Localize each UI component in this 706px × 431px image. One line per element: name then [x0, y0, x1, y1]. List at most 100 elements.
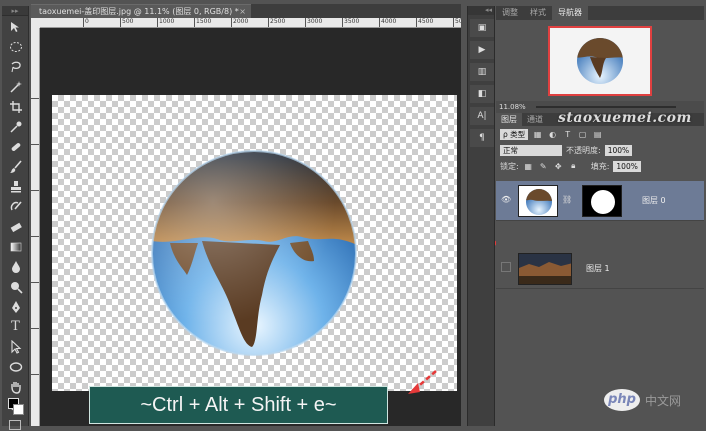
tools-panel: ▸▸ T — [2, 6, 29, 430]
move-icon[interactable] — [3, 17, 28, 36]
php-logo: php — [604, 389, 640, 411]
blend-row: 正常 不透明度: 100% — [496, 142, 704, 158]
layer-thumbnail[interactable] — [518, 185, 558, 217]
dodge-icon[interactable] — [3, 277, 28, 296]
info-icon[interactable]: ◧ — [470, 85, 494, 103]
layer-filter-row: ρ 类型 ▦ ◐ T ▢ ▤ — [496, 126, 704, 142]
layers-panel: 图层 通道 ρ 类型 ▦ ◐ T ▢ ▤ 正常 不透明度: 100% 锁定: ▦… — [496, 113, 704, 426]
ruler-tick-label: 3000 — [304, 18, 323, 27]
tab-adjustments[interactable]: 调整 — [496, 6, 524, 20]
fill-label: 填充: — [590, 161, 610, 171]
path-select-icon[interactable] — [3, 337, 28, 356]
layer-filter-select[interactable]: ρ 类型 — [500, 128, 529, 140]
ruler-origin[interactable] — [31, 18, 40, 28]
ruler-tick — [31, 374, 39, 375]
lock-all-icon[interactable]: 🔒︎ — [568, 161, 579, 172]
lock-position-icon[interactable]: ✥ — [553, 161, 564, 172]
toolbar-grip[interactable]: ▸▸ — [2, 6, 28, 16]
stamp-icon[interactable] — [3, 177, 28, 196]
vertical-ruler[interactable] — [31, 28, 40, 426]
shape-icon[interactable] — [3, 357, 28, 376]
canvas-area[interactable] — [40, 28, 461, 426]
ruler-tick — [31, 282, 39, 283]
eraser-icon[interactable] — [3, 217, 28, 236]
tab-layers[interactable]: 图层 — [496, 113, 522, 126]
horizontal-ruler[interactable]: 0 500 1000 1500 2000 2500 3000 3500 4000 4500 5000 — [40, 18, 461, 28]
layer-name[interactable]: 图层 0 — [642, 195, 666, 206]
opacity-label: 不透明度: — [566, 145, 601, 155]
filter-pixel-icon[interactable]: ▦ — [532, 129, 543, 140]
ruler-tick — [31, 328, 39, 329]
eye-icon[interactable]: 👁︎ — [501, 195, 511, 205]
arrow-to-banner-icon — [408, 370, 437, 394]
type-icon[interactable]: T — [3, 317, 28, 336]
filter-shape-icon[interactable]: ▢ — [577, 129, 588, 140]
crystal-ball-image — [151, 150, 357, 356]
play-icon[interactable]: ▶ — [470, 41, 494, 59]
photoshop-window: ▸▸ T taoxuemei-盖印图层.jpg @ 11.1% (图层 0, R… — [0, 0, 706, 431]
ruler-tick-label: 0 — [83, 18, 89, 27]
mask-link-icon[interactable]: ⛓︎ — [562, 195, 572, 204]
fill-input[interactable]: 100% — [613, 160, 641, 172]
crop-icon[interactable] — [3, 97, 28, 116]
lock-label: 锁定: — [500, 161, 519, 171]
history-icon[interactable]: ▣ — [470, 19, 494, 37]
ruler-tick — [31, 98, 39, 99]
filter-adjustment-icon[interactable]: ◐ — [547, 129, 558, 140]
blur-icon[interactable] — [3, 257, 28, 276]
tab-channels[interactable]: 通道 — [522, 113, 548, 126]
gradient-icon[interactable] — [3, 237, 28, 256]
layer-row-0[interactable]: 👁︎ ⛓︎ 图层 0 — [496, 181, 704, 221]
ruler-tick — [31, 190, 39, 191]
document-title: taoxuemei-盖印图层.jpg @ 11.1% (图层 0, RGB/8)… — [39, 7, 239, 16]
ruler-tick-label: 2500 — [267, 18, 286, 27]
histogram-icon[interactable]: ▥ — [470, 63, 494, 81]
ruler-tick — [31, 236, 39, 237]
navigator-panel: 调整 样式 导航器 — [496, 6, 704, 101]
ruler-tick-label: 1500 — [193, 18, 212, 27]
lock-pixels-icon[interactable]: ✎ — [538, 161, 549, 172]
ruler-tick-label: 1000 — [156, 18, 175, 27]
magic-wand-icon[interactable] — [3, 77, 28, 96]
ruler-tick-label: 3500 — [341, 18, 360, 27]
layer-row-1[interactable]: 图层 1 — [496, 249, 704, 289]
zoom-level[interactable]: 11.08% — [499, 103, 526, 111]
history-brush-icon[interactable] — [3, 197, 28, 216]
opacity-input[interactable]: 100% — [604, 144, 633, 156]
tab-styles[interactable]: 样式 — [524, 6, 552, 20]
lock-transparent-icon[interactable]: ▦ — [523, 161, 534, 172]
quick-mask-button[interactable] — [9, 420, 21, 430]
layer-mask-thumbnail[interactable] — [582, 185, 622, 217]
character-icon[interactable]: A| — [470, 107, 494, 125]
ruler-tick-label: 500 — [119, 18, 134, 27]
paragraph-icon[interactable]: ¶ — [470, 129, 494, 147]
document-tab[interactable]: taoxuemei-盖印图层.jpg @ 11.1% (图层 0, RGB/8)… — [31, 4, 251, 18]
eyedropper-icon[interactable] — [3, 117, 28, 136]
pen-icon[interactable] — [3, 297, 28, 316]
brush-icon[interactable] — [3, 157, 28, 176]
visibility-toggle[interactable] — [501, 262, 511, 272]
filter-smart-icon[interactable]: ▤ — [592, 129, 603, 140]
background-color-swatch[interactable] — [13, 404, 24, 415]
ruler-tick-label: 2000 — [230, 18, 249, 27]
close-icon[interactable]: × — [239, 5, 246, 19]
lasso-icon[interactable] — [3, 57, 28, 76]
collapsed-panel-dock: ◂◂ ▣ ▶ ▥ ◧ A| ¶ — [467, 6, 495, 426]
healing-icon[interactable] — [3, 137, 28, 156]
hand-icon[interactable] — [3, 377, 28, 396]
navigator-preview[interactable] — [548, 26, 652, 96]
blend-mode-select[interactable]: 正常 — [500, 144, 562, 156]
watermark: staoxuemei.com — [558, 110, 692, 126]
php-cn-text: 中文网 — [645, 394, 682, 408]
type-glyph: T — [11, 319, 20, 334]
zoom-slider[interactable] — [536, 106, 676, 108]
transparent-canvas[interactable] — [52, 95, 457, 391]
layer-name[interactable]: 图层 1 — [586, 263, 610, 274]
layer-thumbnail[interactable] — [518, 253, 572, 285]
dock-grip[interactable]: ◂◂ — [468, 6, 494, 15]
ruler-tick-label: 4000 — [378, 18, 397, 27]
filter-type-icon[interactable]: T — [562, 129, 573, 140]
marquee-icon[interactable] — [3, 37, 28, 56]
navigator-tabs: 调整 样式 导航器 — [496, 6, 704, 20]
tab-navigator[interactable]: 导航器 — [552, 6, 588, 20]
